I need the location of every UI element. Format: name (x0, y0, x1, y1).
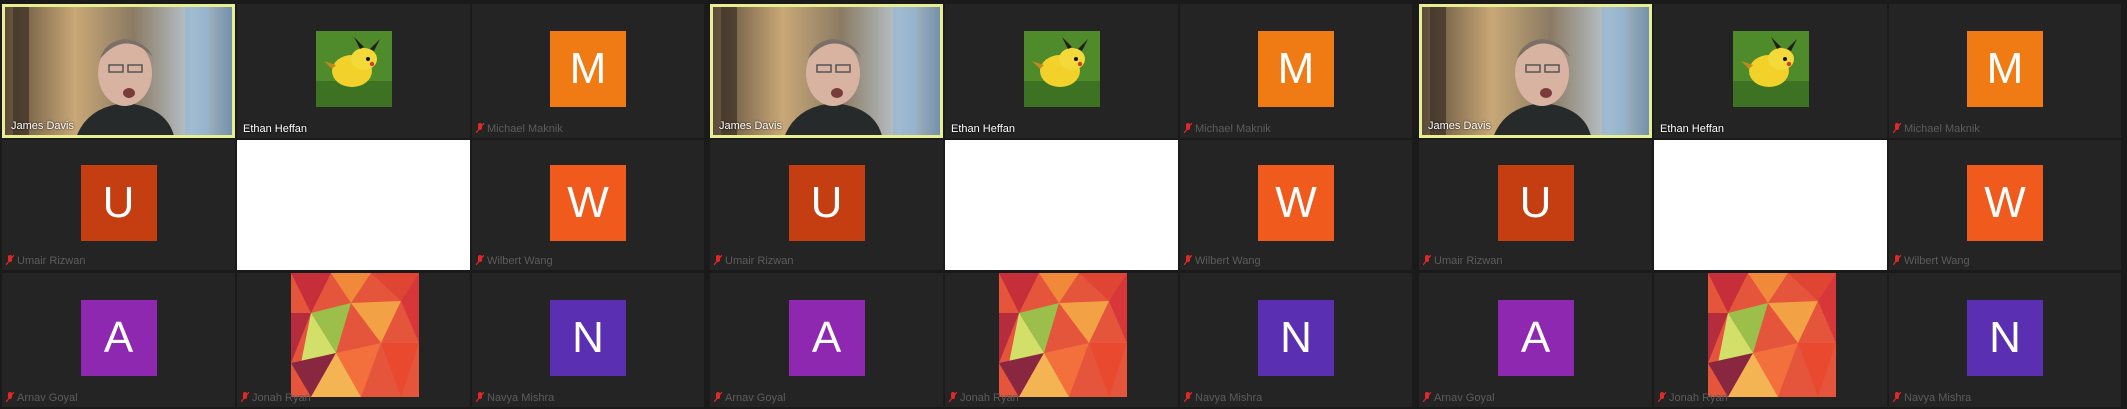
participant-name: Arnav Goyal (17, 392, 78, 404)
muted-mic-icon (476, 255, 484, 265)
participant-tile-umair[interactable]: U Umair Rizwan (1419, 140, 1652, 270)
participant-name: Ethan Heffan (243, 123, 308, 135)
participant-tile-umair[interactable]: U Umair Rizwan (710, 140, 943, 270)
muted-mic-icon (1184, 255, 1192, 265)
participant-tile-wilbert[interactable]: W Wilbert Wang (1180, 140, 1412, 270)
participant-name: Arnav Goyal (725, 392, 786, 404)
participant-tile-michael[interactable]: M Michael Maknik (472, 4, 704, 138)
participant-name: Michael Maknik (487, 123, 563, 135)
participant-tile-pikachu[interactable]: Ethan Heffan (237, 4, 470, 138)
participant-tile-host[interactable]: James Davis (1419, 4, 1652, 138)
muted-mic-icon (1893, 123, 1901, 133)
participant-tile-jonah[interactable]: Jonah Ryan (945, 273, 1178, 407)
participant-name: Navya Mishra (1195, 392, 1263, 404)
participant-tile-michael[interactable]: M Michael Maknik (1180, 4, 1412, 138)
gallery-view-panel: James Davis Ethan Heffan M Michael Makni… (708, 0, 1412, 409)
participant-tile-navya[interactable]: N Navya Mishra (1889, 273, 2121, 407)
participant-avatar-initial: M (550, 31, 626, 107)
participant-tile-blank-video[interactable] (1654, 140, 1887, 270)
pikachu-avatar-image (315, 31, 392, 107)
participant-avatar-initial: U (80, 165, 157, 241)
participant-avatar-initial: A (80, 300, 157, 376)
participant-name: Michael Maknik (1904, 123, 1980, 135)
participant-name: Jonah Ryan (252, 392, 311, 404)
muted-mic-icon (476, 123, 484, 133)
participant-name: Arnav Goyal (1434, 392, 1495, 404)
muted-mic-icon (6, 392, 14, 402)
muted-mic-icon (1423, 392, 1431, 402)
participant-tile-michael[interactable]: M Michael Maknik (1889, 4, 2121, 138)
muted-mic-icon (241, 392, 249, 402)
participant-avatar-initial: W (1967, 165, 2043, 241)
muted-mic-icon (6, 255, 14, 265)
participant-name: Navya Mishra (1904, 392, 1972, 404)
participant-name: Wilbert Wang (1195, 255, 1261, 267)
muted-mic-icon (949, 392, 957, 402)
participant-name: Wilbert Wang (1904, 255, 1970, 267)
gallery-view-panel: James Davis Ethan Heffan M Michael Makni… (1417, 0, 2121, 409)
participant-tile-blank-video[interactable] (237, 140, 470, 270)
host-video-feed (1422, 7, 1649, 135)
muted-mic-icon (1658, 392, 1666, 402)
participant-tile-arnav[interactable]: A Arnav Goyal (2, 273, 235, 407)
muted-mic-icon (1184, 123, 1192, 133)
geometric-avatar-image (998, 273, 1127, 397)
participant-name: James Davis (719, 120, 782, 132)
participant-name: Wilbert Wang (487, 255, 553, 267)
participant-tile-arnav[interactable]: A Arnav Goyal (1419, 273, 1652, 407)
participant-name: James Davis (11, 120, 74, 132)
muted-mic-icon (1893, 392, 1901, 402)
muted-mic-icon (1184, 392, 1192, 402)
participant-tile-jonah[interactable]: Jonah Ryan (237, 273, 470, 407)
participant-avatar-initial: N (1258, 300, 1334, 376)
pikachu-avatar-image (1732, 31, 1809, 107)
participant-tile-arnav[interactable]: A Arnav Goyal (710, 273, 943, 407)
host-video-feed (713, 7, 940, 135)
participant-tile-pikachu[interactable]: Ethan Heffan (945, 4, 1178, 138)
participant-avatar-initial: A (1497, 300, 1574, 376)
participant-name: James Davis (1428, 120, 1491, 132)
participant-name: Ethan Heffan (951, 123, 1016, 135)
participant-name: Jonah Ryan (960, 392, 1019, 404)
participant-avatar-initial: W (1258, 165, 1334, 241)
participant-tile-blank-video[interactable] (945, 140, 1178, 270)
participant-tile-wilbert[interactable]: W Wilbert Wang (1889, 140, 2121, 270)
participant-name: Jonah Ryan (1669, 392, 1728, 404)
participant-avatar-initial: W (550, 165, 626, 241)
participant-avatar-initial: A (788, 300, 865, 376)
pikachu-avatar-image (1023, 31, 1100, 107)
participant-avatar-initial: U (788, 165, 865, 241)
participant-name: Umair Rizwan (725, 255, 794, 267)
participant-avatar-initial: N (1967, 300, 2043, 376)
participant-name: Umair Rizwan (17, 255, 86, 267)
participant-tile-pikachu[interactable]: Ethan Heffan (1654, 4, 1887, 138)
participant-name: Ethan Heffan (1660, 123, 1725, 135)
muted-mic-icon (1893, 255, 1901, 265)
participant-tile-wilbert[interactable]: W Wilbert Wang (472, 140, 704, 270)
gallery-view-panel: James Davis Ethan Heffan M Michael Makni… (0, 0, 704, 409)
participant-tile-umair[interactable]: U Umair Rizwan (2, 140, 235, 270)
host-video-feed (5, 7, 232, 135)
muted-mic-icon (476, 392, 484, 402)
participant-tile-navya[interactable]: N Navya Mishra (1180, 273, 1412, 407)
geometric-avatar-image (1707, 273, 1836, 397)
participant-tile-host[interactable]: James Davis (2, 4, 235, 138)
muted-mic-icon (714, 255, 722, 265)
muted-mic-icon (714, 392, 722, 402)
participant-avatar-initial: N (550, 300, 626, 376)
participant-name: Navya Mishra (487, 392, 555, 404)
participant-avatar-initial: M (1258, 31, 1334, 107)
participant-avatar-initial: M (1967, 31, 2043, 107)
participant-tile-jonah[interactable]: Jonah Ryan (1654, 273, 1887, 407)
participant-name: Michael Maknik (1195, 123, 1271, 135)
participant-avatar-initial: U (1497, 165, 1574, 241)
geometric-avatar-image (290, 273, 419, 397)
participant-tile-host[interactable]: James Davis (710, 4, 943, 138)
participant-tile-navya[interactable]: N Navya Mishra (472, 273, 704, 407)
muted-mic-icon (1423, 255, 1431, 265)
participant-name: Umair Rizwan (1434, 255, 1503, 267)
